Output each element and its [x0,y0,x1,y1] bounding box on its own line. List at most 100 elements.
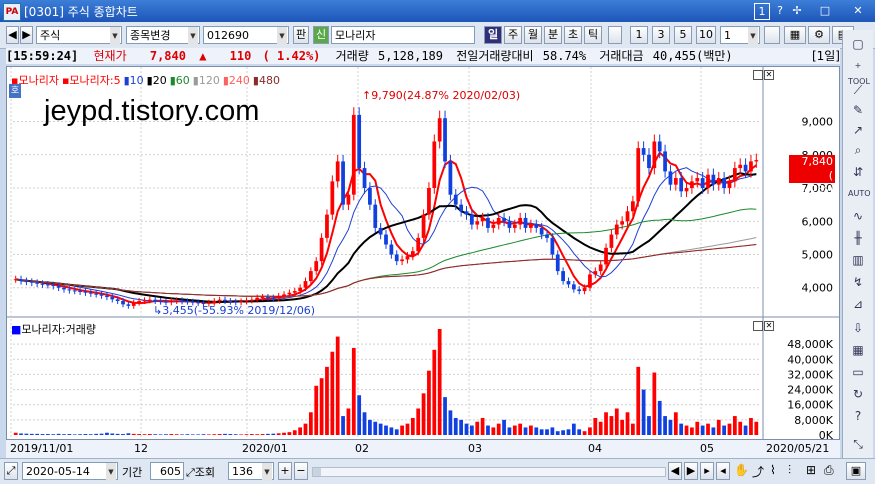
print-icon[interactable]: ⎙ [824,463,834,478]
interval-5-button[interactable]: 5 [674,26,692,44]
zoom-out-icon[interactable]: − [294,462,308,480]
sub-interval-button[interactable] [608,26,622,44]
page-indicator[interactable]: 1 [754,3,770,20]
interval-3-button[interactable]: 3 [652,26,670,44]
wrench-icon[interactable]: ✎ [848,102,868,118]
candle-body [641,148,646,155]
wave-icon[interactable]: ∿ [848,208,868,224]
apply-checkbox[interactable] [764,26,780,44]
volume-pane-restore-icon[interactable] [753,321,763,331]
query-icon[interactable]: ⤢조회 [186,464,215,480]
stock-search-button[interactable]: 판 [293,26,309,44]
scroll-end-right-icon[interactable]: ▶ [684,462,698,480]
period-tick-button[interactable]: 틱 [584,26,602,44]
panel-toggle-button[interactable]: ▣ [846,462,866,480]
close-button[interactable]: ✕ [850,3,866,18]
chart-rise-icon[interactable]: ⤴ [752,463,764,480]
tool-plus-icon[interactable]: + TOOL [848,58,870,86]
volume-bar [207,434,211,435]
candle-body [62,287,66,290]
refresh-icon[interactable]: ↻ [848,386,868,402]
volume-bar [673,412,678,435]
vs-prev-label: 전일거래량대비 [456,49,534,63]
date-picker-icon[interactable]: ⤢ [4,462,18,480]
candle-body [545,234,549,238]
collapse-icon[interactable]: ◂ [716,462,730,480]
prev-button[interactable]: ◀ [6,26,19,44]
pattern-icon[interactable]: ⊿ [848,296,868,312]
scroll-end-left-icon[interactable]: ◀ [668,462,682,480]
end-date-select[interactable]: 2020-05-14 [22,462,118,481]
volume-bar [115,433,120,435]
resize-icon[interactable]: ⤡ [848,436,868,452]
chart-area[interactable]: 9,0008,0007,0006,0005,0004,00048,000K40,… [6,66,840,440]
expand-icon[interactable]: ▸ [700,462,714,480]
volume-bar [561,430,565,435]
scroll-left-arrow[interactable] [313,468,321,476]
period-week-button[interactable]: 주 [504,26,522,44]
zoom-in-icon[interactable]: + [278,462,292,480]
period-day-button[interactable]: 일 [484,26,502,44]
maximize-button[interactable]: □ [818,3,832,18]
interval-10-button[interactable]: 10 [696,26,716,44]
candle-body [51,285,56,287]
volume-bar [539,429,544,435]
market-select[interactable]: 주식 [36,26,122,45]
volume-pane-close-icon[interactable]: ✕ [764,321,774,331]
help-circle-icon[interactable]: ? [848,408,868,424]
period-display: [1일] [811,49,840,63]
volume-bar [142,434,147,435]
download-icon[interactable]: ⇩ [848,320,868,336]
volume-bar [545,429,549,435]
period-second-button[interactable]: 초 [564,26,582,44]
period-count-input[interactable]: 605 [150,462,184,480]
candle-body [83,291,88,293]
volume-bar [56,433,61,435]
volume-bar [464,423,469,435]
window-icon[interactable]: ▭ [848,364,868,380]
candle-body [67,289,72,291]
mode-select[interactable]: 종목변경 [126,26,200,45]
period-minute-button[interactable]: 분 [544,26,562,44]
fibonacci-icon[interactable]: ⇵ [848,164,868,180]
grid-icon[interactable]: ▦ [848,342,868,358]
hand-icon[interactable]: ✋ [734,463,749,477]
candle-icon[interactable]: ╫ [848,230,868,246]
new-tag-button[interactable]: 신 [313,26,329,44]
interval-1-button[interactable]: 1 [630,26,648,44]
layout-toggle-icon[interactable]: ⊞ [806,463,816,477]
corner-tag[interactable]: 호 [9,84,21,98]
zoom-search-icon[interactable]: ⌕ [848,142,868,158]
candle-body [185,301,190,303]
calculator-icon[interactable]: ▦ [784,26,806,44]
volume-bar [153,434,158,435]
line-chart-icon[interactable]: ⟋ [848,82,868,98]
period-month-button[interactable]: 월 [524,26,542,44]
volume-bar [507,427,512,435]
candle-body [153,299,158,302]
help-button[interactable]: ? [773,3,787,18]
stock-code-input[interactable]: 012690 [203,26,289,45]
candle-body [325,214,329,238]
horizontal-scrollbar[interactable] [312,467,666,477]
volume-bar [131,433,136,435]
chart-style-icon[interactable]: ⌇ [770,463,776,477]
candle-body [389,244,394,255]
price-legend: ▪모나리자 ▪모나리자:5 ▮10 ▮20 ▮60 ▮120 ▮240 ▮480 [11,72,283,88]
price-pane-restore-icon[interactable] [753,70,763,80]
volume-bar [292,430,297,435]
display-count-input[interactable]: 136 [228,462,274,481]
trend-up-icon[interactable]: ↗ [848,122,868,138]
volume-bar [690,427,694,435]
bar-compare-icon[interactable]: ▥ [848,252,868,268]
price-pane-close-icon[interactable]: ✕ [764,70,774,80]
next-button[interactable]: ▶ [20,26,33,44]
chart-type-icon[interactable]: ⫶ [788,463,791,478]
restore-button[interactable]: ✢ [790,3,804,18]
auto-icon[interactable]: AUTO [848,186,871,202]
settings-gear-icon[interactable]: ⚙ [808,26,830,44]
candle-body [620,221,625,225]
tool-panel-icon[interactable]: ▢ [848,36,868,52]
indicator-icon[interactable]: ↯ [848,274,868,290]
interval-select[interactable]: 1 [720,26,760,45]
